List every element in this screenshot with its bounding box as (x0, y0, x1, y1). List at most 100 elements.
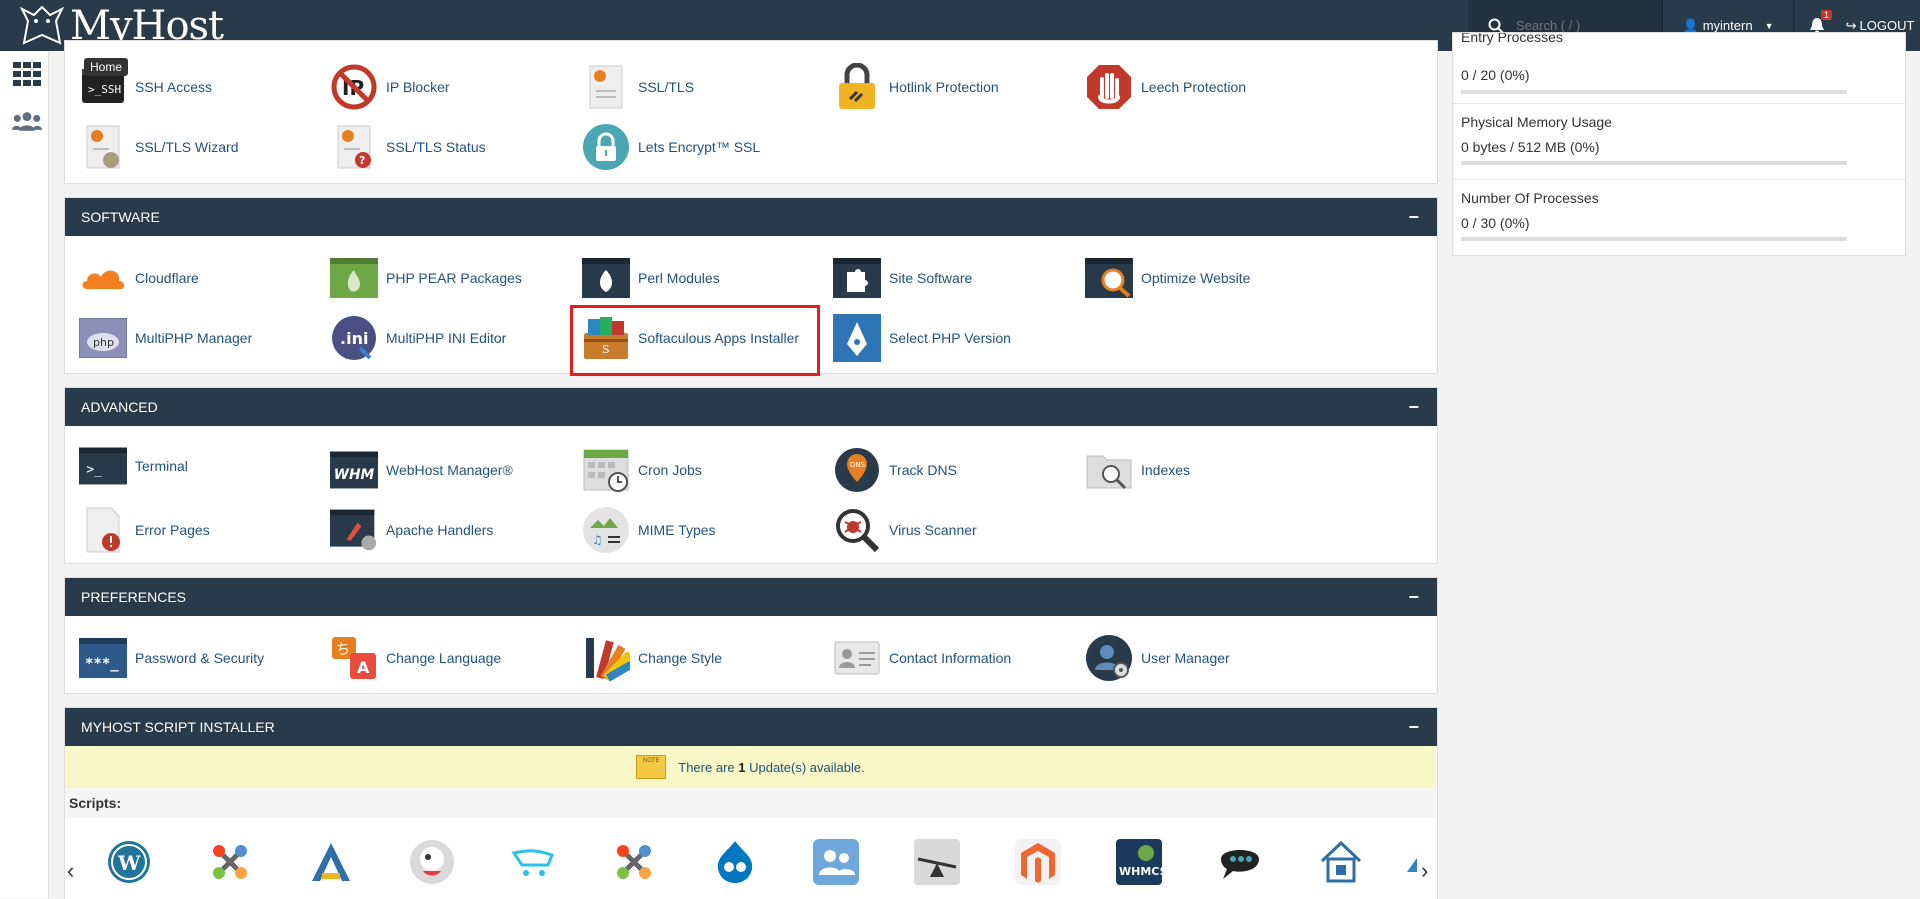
notice-suffix: Update(s) available. (745, 759, 865, 775)
panel-title: MYHOST SCRIPT INSTALLER (81, 719, 275, 735)
script-joomla-icon[interactable] (206, 838, 254, 886)
tool-label: Apache Handlers (386, 522, 494, 538)
tool-label: Password & Security (135, 650, 265, 666)
tool-leech-protection[interactable]: Leech Protection (1085, 63, 1246, 111)
tool-label: Hotlink Protection (889, 79, 999, 95)
tool-label: Cloudflare (135, 270, 199, 286)
tool-label: Error Pages (135, 522, 210, 538)
tool-password-security[interactable]: ***_ Password & Security (79, 634, 264, 682)
carousel-next-button[interactable]: › (1421, 858, 1428, 884)
tool-label: WebHost Manager® (386, 462, 513, 478)
puzzle-icon (833, 254, 881, 302)
tool-multiphp-manager[interactable]: php MultiPHP Manager (79, 314, 252, 362)
calendar-clock-icon (582, 446, 630, 494)
tool-site-software[interactable]: Site Software (833, 254, 972, 302)
whm-icon: WHM (330, 446, 378, 494)
tool-label: Terminal (135, 458, 188, 474)
tool-apache-handlers[interactable]: Apache Handlers (330, 506, 493, 554)
script-magento-icon[interactable] (1014, 838, 1062, 886)
tool-terminal[interactable]: >_ Terminal (79, 442, 188, 490)
tool-user-manager[interactable]: User Manager (1085, 634, 1230, 682)
tool-virus-scanner[interactable]: Virus Scanner (833, 506, 977, 554)
svg-text:WHM: WHM (334, 467, 375, 483)
script-drupal-icon[interactable] (711, 838, 759, 886)
tool-indexes[interactable]: Indexes (1085, 446, 1190, 494)
sidebar (0, 51, 49, 898)
script-opencart-icon[interactable] (509, 838, 557, 886)
script-open-real-estate-icon[interactable] (1317, 838, 1365, 886)
tool-cron-jobs[interactable]: Cron Jobs (582, 446, 702, 494)
tool-change-style[interactable]: Change Style (582, 634, 722, 682)
preferences-panel-header[interactable]: PREFERENCES − (65, 578, 1437, 616)
tool-label: Contact Information (889, 650, 1012, 666)
scripts-carousel: ‹ W WHMCS › (65, 818, 1436, 898)
tool-track-dns[interactable]: DNS Track DNS (833, 446, 957, 494)
bug-magnifier-icon (833, 506, 881, 554)
carousel-prev-button[interactable]: ‹ (67, 858, 74, 884)
apps-grid-icon[interactable] (12, 59, 42, 89)
tool-label: Virus Scanner (889, 522, 977, 538)
panel-title: SOFTWARE (81, 209, 160, 225)
tool-label: PHP PEAR Packages (386, 270, 522, 286)
script-whmcs-icon[interactable]: WHMCS (1115, 838, 1163, 886)
tool-label: Site Software (889, 270, 973, 286)
tool-optimize-website[interactable]: Optimize Website (1085, 254, 1250, 302)
certificate-icon (582, 63, 630, 111)
collapse-icon[interactable]: − (1408, 207, 1419, 228)
password-icon: ***_ (79, 634, 127, 682)
tool-hotlink-protection[interactable]: Hotlink Protection (833, 63, 999, 111)
palette-icon (582, 634, 630, 682)
script-chat-icon[interactable] (1216, 838, 1264, 886)
tool-perl-modules[interactable]: Perl Modules (582, 254, 720, 302)
dns-pin-icon: DNS (833, 446, 881, 494)
tool-ssl-tls[interactable]: SSL/TLS (582, 63, 694, 111)
advanced-panel-header[interactable]: ADVANCED − (65, 388, 1437, 426)
collapse-icon[interactable]: − (1408, 717, 1419, 738)
script-community-icon[interactable] (812, 838, 860, 886)
tool-label: Optimize Website (1141, 270, 1251, 286)
tool-lets-encrypt[interactable]: Lets Encrypt™ SSL (582, 123, 760, 171)
script-seesaw-icon[interactable] (913, 838, 961, 886)
svg-text:.ini: .ini (340, 329, 368, 348)
folder-search-icon (1085, 446, 1133, 494)
tool-ssl-tls-wizard[interactable]: SSL/TLS Wizard (79, 123, 238, 171)
tool-label: User Manager (1141, 650, 1230, 666)
svg-text:♫: ♫ (592, 533, 603, 547)
software-panel-header[interactable]: SOFTWARE − (65, 198, 1437, 236)
tool-change-language[interactable]: ちA Change Language (330, 634, 501, 682)
tool-contact-information[interactable]: Contact Information (833, 634, 1011, 682)
ini-icon: .ini (330, 314, 378, 362)
script-abantecart-icon[interactable] (307, 838, 355, 886)
users-group-icon[interactable] (12, 106, 42, 136)
stat-label: Number Of Processes (1461, 190, 1599, 206)
tool-ip-blocker[interactable]: IP IP Blocker (330, 63, 450, 111)
update-notice[interactable]: NOTE There are 1 Update(s) available. (65, 746, 1436, 788)
script-installer-panel-header[interactable]: MYHOST SCRIPT INSTALLER − (65, 708, 1437, 746)
tool-webhost-manager[interactable]: WHM WebHost Manager® (330, 446, 513, 494)
magnifier-icon (1085, 254, 1133, 302)
tool-error-pages[interactable]: Error Pages (79, 506, 210, 554)
stat-number-of-processes: Number Of Processes 0 / 30 (0%) (1453, 180, 1905, 255)
tool-mime-types[interactable]: ♫ MIME Types (582, 506, 716, 554)
error-page-icon (79, 506, 127, 554)
script-prestashop-icon[interactable] (408, 838, 456, 886)
svg-text:?: ? (359, 154, 365, 167)
tool-select-php-version[interactable]: Select PHP Version (833, 314, 1011, 362)
collapse-icon[interactable]: − (1408, 587, 1419, 608)
php-pen-icon (833, 314, 881, 362)
script-wordpress-icon[interactable]: W (105, 838, 153, 886)
tool-label: Indexes (1141, 462, 1191, 478)
scripts-label: Scripts: (65, 788, 1436, 818)
script-joomla-alt-icon[interactable] (610, 838, 658, 886)
tool-php-pear[interactable]: PHP PEAR Packages (330, 254, 522, 302)
panel-title: PREFERENCES (81, 589, 187, 605)
terminal-icon: >_ (79, 442, 127, 490)
tool-cloudflare[interactable]: Cloudflare (79, 254, 199, 302)
tool-ssl-tls-status[interactable]: ? SSL/TLS Status (330, 123, 486, 171)
user-gear-icon (1085, 634, 1133, 682)
svg-text:W: W (117, 851, 141, 875)
tool-multiphp-ini-editor[interactable]: .ini MultiPHP INI Editor (330, 314, 506, 362)
logout-label: LOGOUT (1859, 18, 1915, 33)
collapse-icon[interactable]: − (1408, 397, 1419, 418)
softaculous-highlight (570, 305, 820, 376)
